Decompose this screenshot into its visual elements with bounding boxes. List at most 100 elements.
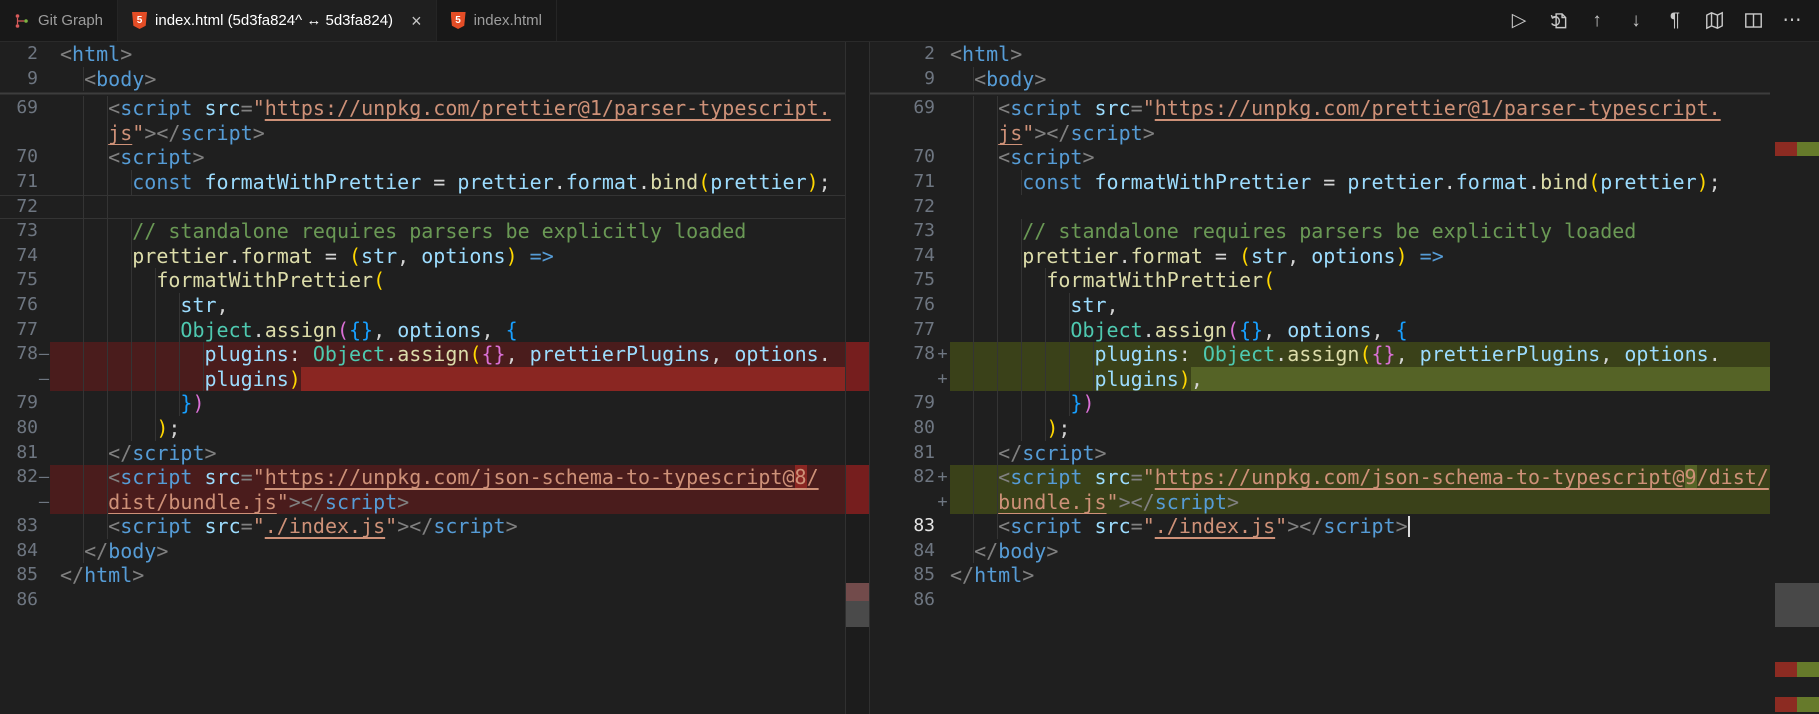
indent-guides (950, 219, 1022, 244)
overview-ruler[interactable] (1775, 42, 1819, 714)
left-scrollbar[interactable] (845, 42, 870, 714)
code-row-81[interactable]: 81 </script> (870, 441, 1770, 466)
code-segment: > (1227, 490, 1239, 515)
line-number: 70 (0, 145, 38, 170)
tab-git-graph[interactable]: Git Graph (0, 0, 118, 41)
code-row-wrap[interactable]: + bundle.js"></script> (870, 490, 1770, 515)
code-row-2[interactable]: 2<html> (870, 42, 1770, 67)
code-row-82[interactable]: 82– <script src="https://unpkg.com/json-… (0, 465, 845, 490)
code-row-84[interactable]: 84 </body> (0, 539, 845, 564)
code-row-71[interactable]: 71 const formatWithPrettier = prettier.f… (0, 170, 845, 195)
code-segment: . (253, 318, 265, 343)
code-segment: > (205, 441, 217, 466)
code-row-78[interactable]: 78+ plugins: Object.assign({}, prettierP… (870, 342, 1770, 367)
code-row-9[interactable]: 9 <body> (870, 67, 1770, 92)
code-row-70[interactable]: 70 <script> (870, 145, 1770, 170)
run-icon[interactable]: ▷ (1508, 10, 1530, 32)
code-segment: script (180, 121, 252, 146)
code-row-77[interactable]: 77 Object.assign({}, options, { (0, 318, 845, 343)
code-text: prettier.format = (str, options) => (950, 244, 1770, 269)
toggle-whitespace-icon[interactable]: ¶ (1664, 10, 1686, 32)
code-row-74[interactable]: 74 prettier.format = (str, options) => (0, 244, 845, 269)
scrollbar-thumb[interactable] (846, 583, 869, 627)
code-row-76[interactable]: 76 str, (870, 293, 1770, 318)
code-row-79[interactable]: 79 }) (0, 391, 845, 416)
code-row-85[interactable]: 85</html> (870, 563, 1770, 588)
code-segment: script (1010, 96, 1082, 121)
code-row-81[interactable]: 81 </script> (0, 441, 845, 466)
code-segment: ( (337, 318, 349, 343)
code-row-83[interactable]: 83 <script src="./index.js"></script> (870, 514, 1770, 539)
next-change-icon[interactable]: ↓ (1625, 10, 1647, 32)
code-segment: https://unpkg.com/prettier@1/parser-type… (1155, 96, 1721, 121)
code-row-wrap[interactable]: + plugins), (870, 367, 1770, 392)
close-icon[interactable]: × (411, 12, 422, 30)
code-row-70[interactable]: 70 <script> (0, 145, 845, 170)
code-row-69[interactable]: 69 <script src="https://unpkg.com/pretti… (870, 96, 1770, 121)
code-row-86[interactable]: 86 (870, 588, 1770, 613)
code-row-80[interactable]: 80 ); (0, 416, 845, 441)
code-row-wrap[interactable]: – dist/bundle.js"></script> (0, 490, 845, 515)
code-row-77[interactable]: 77 Object.assign({}, options, { (870, 318, 1770, 343)
code-row-86[interactable]: 86 (0, 588, 845, 613)
code-text (50, 588, 845, 613)
previous-change-icon[interactable]: ↑ (1586, 10, 1608, 32)
code-text: str, (50, 293, 845, 318)
code-row-71[interactable]: 71 const formatWithPrettier = prettier.f… (870, 170, 1770, 195)
code-segment: ></ (1119, 490, 1155, 515)
split-editor-icon[interactable] (1742, 10, 1764, 32)
code-segment: options (1287, 318, 1371, 343)
code-segment: const (1022, 170, 1082, 195)
code-row-wrap[interactable]: js"></script> (0, 121, 845, 146)
diff-original-pane[interactable]: 2<html>9 <body> 69 <script src="https://u… (0, 42, 870, 714)
indent-guides (60, 145, 108, 170)
code-row-84[interactable]: 84 </body> (870, 539, 1770, 564)
diff-sign (38, 96, 50, 121)
map-icon[interactable] (1703, 10, 1725, 32)
code-row-75[interactable]: 75 formatWithPrettier( (0, 268, 845, 293)
code-segment: {} (1239, 318, 1263, 343)
code-row-2[interactable]: 2<html> (0, 42, 845, 67)
code-segment: , (1372, 318, 1396, 343)
code-row-78[interactable]: 78– plugins: Object.assign({}, prettierP… (0, 342, 845, 367)
code-segment: . (1528, 170, 1540, 195)
code-segment: ( (1588, 170, 1600, 195)
diff-sign (935, 563, 950, 588)
code-segment: // standalone requires parsers be explic… (132, 219, 746, 244)
code-row-72[interactable]: 72 (0, 195, 845, 220)
code-segment: format (566, 170, 638, 195)
diff-sign (38, 170, 50, 195)
diff-sign (38, 563, 50, 588)
indent-guides (950, 293, 1070, 318)
code-row-75[interactable]: 75 formatWithPrettier( (870, 268, 1770, 293)
more-actions-icon[interactable]: ⋯ (1781, 10, 1803, 32)
code-text: <html> (950, 42, 1770, 67)
indent-guides (950, 244, 1022, 269)
code-row-wrap[interactable]: js"></script> (870, 121, 1770, 146)
line-number: 83 (870, 514, 935, 539)
code-row-74[interactable]: 74 prettier.format = (str, options) => (870, 244, 1770, 269)
code-row-73[interactable]: 73 // standalone requires parsers be exp… (870, 219, 1770, 244)
code-row-76[interactable]: 76 str, (0, 293, 845, 318)
code-segment (1082, 465, 1094, 490)
tab-diff-index-html[interactable]: 5 index.html (5d3fa824^ ↔ 5d3fa824) × (118, 0, 437, 41)
code-text: </html> (50, 563, 845, 588)
code-row-wrap[interactable]: – plugins) (0, 367, 845, 392)
code-segment: " (253, 465, 265, 490)
code-row-82[interactable]: 82+ <script src="https://unpkg.com/json-… (870, 465, 1770, 490)
diff-sign (935, 121, 950, 146)
tab-index-html[interactable]: 5 index.html (437, 0, 557, 41)
code-row-80[interactable]: 80 ); (870, 416, 1770, 441)
diff-sign (935, 588, 950, 613)
code-row-83[interactable]: 83 <script src="./index.js"></script> (0, 514, 845, 539)
code-row-79[interactable]: 79 }) (870, 391, 1770, 416)
code-row-9[interactable]: 9 <body> (0, 67, 845, 92)
diff-modified-pane[interactable]: 2<html>9 <body> 69 <script src="https://u… (870, 42, 1819, 714)
code-row-72[interactable]: 72 (870, 195, 1770, 220)
code-row-73[interactable]: 73 // standalone requires parsers be exp… (0, 219, 845, 244)
scrollbar-thumb[interactable] (1775, 583, 1819, 627)
code-text: <script src="https://unpkg.com/prettier@… (50, 96, 845, 121)
code-row-69[interactable]: 69 <script src="https://unpkg.com/pretti… (0, 96, 845, 121)
code-row-85[interactable]: 85</html> (0, 563, 845, 588)
open-changes-icon[interactable] (1547, 10, 1569, 32)
